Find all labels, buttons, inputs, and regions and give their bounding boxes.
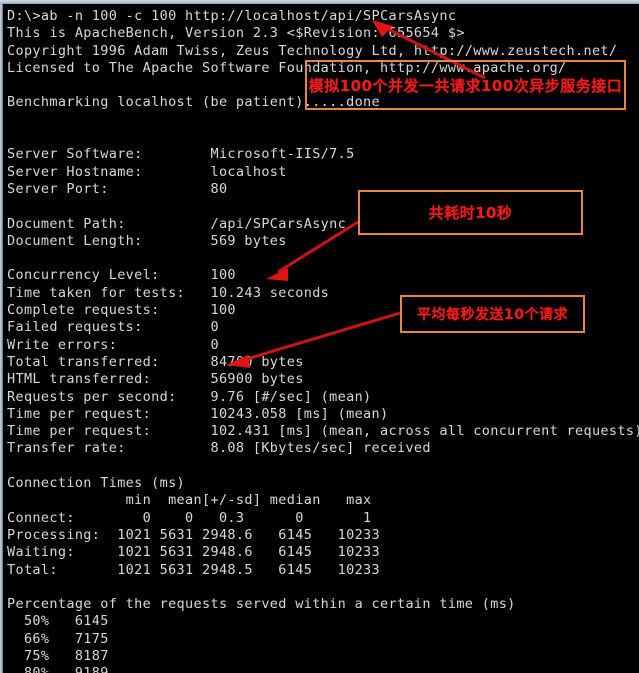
console-line: D:\>ab -n 100 -c 100 http://localhost/ap… (7, 8, 457, 24)
console-line-server-software: Server Software: Microsoft-IIS/7.5 (7, 146, 355, 163)
console-line-percentile: 75% 8187 (7, 647, 109, 664)
console-line-percentile: 50% 6145 (7, 613, 109, 630)
console-line-percentage-title: Percentage of the requests served within… (7, 596, 516, 613)
console-line-processing: Processing: 1021 5631 2948.6 6145 10233 (7, 526, 381, 543)
console-line-failed-requests: Failed requests: 0 (7, 319, 219, 336)
console-line-percentile: 66% 7175 (7, 630, 109, 647)
console-line-connection-times-title: Connection Times (ms) (7, 475, 186, 492)
console-line: Benchmarking localhost (be patient).....… (7, 94, 381, 111)
console-line-total-transferred: Total transferred: 84700 bytes (7, 353, 304, 370)
console-output-area[interactable]: D:\>ab -n 100 -c 100 http://localhost/ap… (3, 4, 639, 673)
console-line-server-port: Server Port: 80 (7, 180, 228, 197)
console-line-percentile: 80% 9189 (7, 665, 639, 673)
console-line-write-errors: Write errors: 0 (7, 336, 219, 353)
console-line-time-taken: Time taken for tests: 10.243 seconds (7, 284, 330, 301)
console-line-connection-times-header: min mean[+/-sd] median max (7, 492, 372, 509)
console-line-total: Total: 1021 5631 2948.5 6145 10233 (7, 561, 381, 578)
console-line-connect: Connect: 0 0 0.3 0 1 (7, 509, 372, 526)
console-line-server-hostname: Server Hostname: localhost (7, 163, 287, 180)
console-line-concurrency-level: Concurrency Level: 100 (7, 267, 236, 284)
console-line: Copyright 1996 Adam Twiss, Zeus Technolo… (7, 42, 618, 59)
console-line-time-per-request-mean: Time per request: 10243.058 [ms] (mean) (7, 405, 389, 422)
console-line-html-transferred: HTML transferred: 56900 bytes (7, 371, 304, 388)
console-line-time-per-request-all: Time per request: 102.431 [ms] (mean, ac… (7, 423, 639, 440)
console-line-document-path: Document Path: /api/SPCarsAsync (7, 215, 347, 232)
console-line-transfer-rate: Transfer rate: 8.08 [Kbytes/sec] receive… (7, 440, 431, 457)
console-line-complete-requests: Complete requests: 100 (7, 302, 236, 319)
console-line-requests-per-second: Requests per second: 9.76 [#/sec] (mean) (7, 388, 372, 405)
console-line-waiting: Waiting: 1021 5631 2948.6 6145 10233 (7, 544, 381, 561)
console-line: This is ApacheBench, Version 2.3 <$Revis… (7, 25, 465, 42)
command-prompt-window: D:\>ab -n 100 -c 100 http://localhost/ap… (0, 0, 639, 673)
console-line: Licensed to The Apache Software Foundati… (7, 59, 567, 76)
console-line-document-length: Document Length: 569 bytes (7, 232, 287, 249)
